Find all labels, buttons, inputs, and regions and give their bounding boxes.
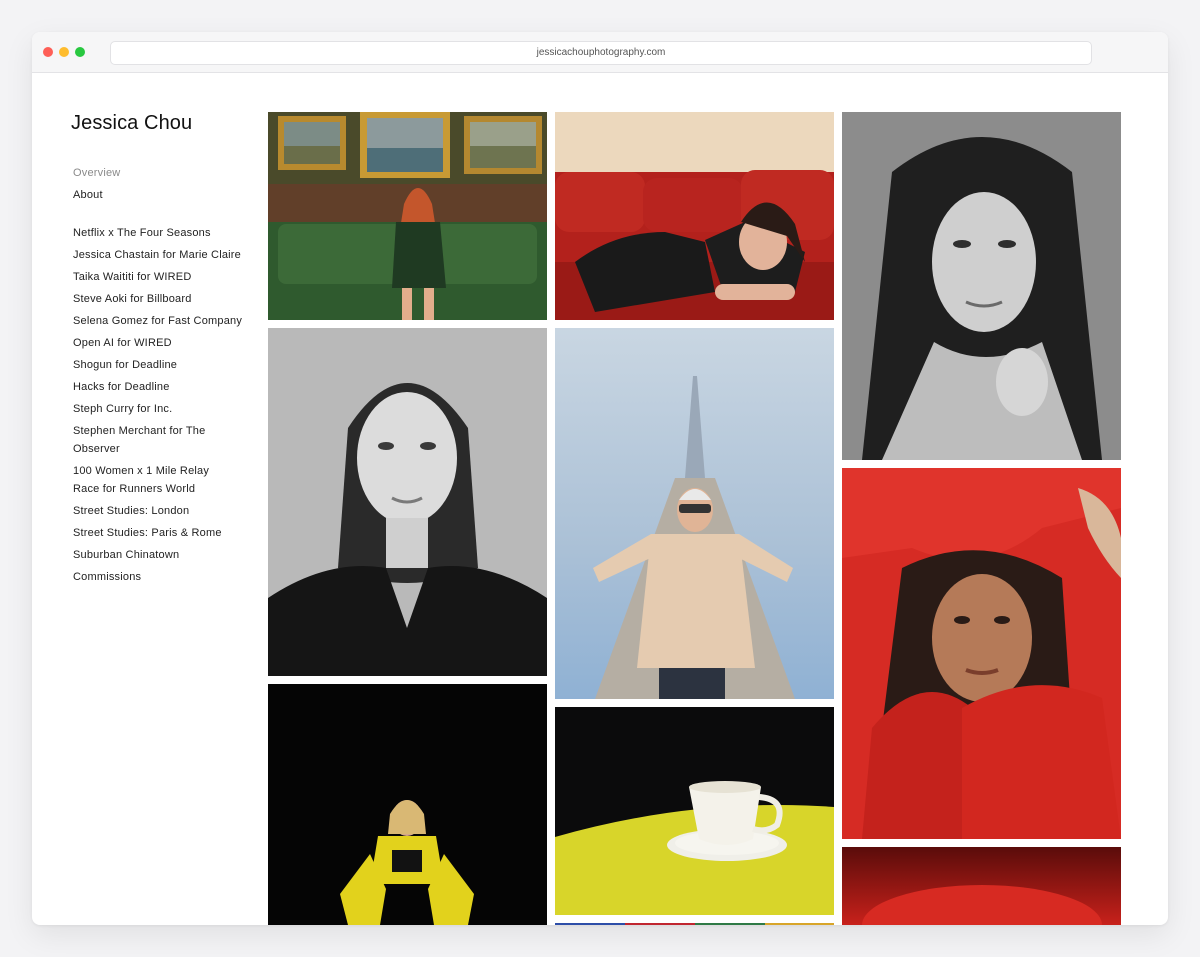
browser-window: jessicachouphotography.com Jessica Chou …	[32, 32, 1168, 925]
maximize-window-icon[interactable]	[75, 47, 85, 57]
nav-project-item[interactable]: Hacks for Deadline	[73, 378, 263, 396]
nav-project-item[interactable]: Commissions	[73, 568, 263, 586]
gallery-photo-strip-red[interactable]	[842, 847, 1121, 925]
gallery-photo-woman-red-sofa[interactable]	[555, 112, 834, 320]
nav-project-item[interactable]: Open AI for WIRED	[73, 334, 263, 352]
nav-project-item[interactable]: Shogun for Deadline	[73, 356, 263, 374]
nav-project-item[interactable]: Taika Waititi for WIRED	[73, 268, 263, 286]
nav-project-item[interactable]: Netflix x The Four Seasons	[73, 224, 263, 242]
minimize-window-icon[interactable]	[59, 47, 69, 57]
nav-project-item[interactable]: 100 Women x 1 Mile Relay Race for Runner…	[73, 462, 238, 498]
close-window-icon[interactable]	[43, 47, 53, 57]
nav-project-item[interactable]: Street Studies: London	[73, 502, 263, 520]
nav-item-overview[interactable]: Overview	[73, 164, 263, 182]
gallery-photo-strip-colorful[interactable]	[555, 923, 834, 925]
gallery-photo-teacup-yellow-table[interactable]	[555, 707, 834, 915]
nav-project-item[interactable]: Suburban Chinatown	[73, 546, 263, 564]
nav-project-item[interactable]: Steph Curry for Inc.	[73, 400, 263, 418]
address-bar[interactable]: jessicachouphotography.com	[110, 41, 1092, 65]
gallery-photo-bw-woman-long-hair[interactable]	[842, 112, 1121, 460]
nav-item-about[interactable]: About	[73, 186, 263, 204]
browser-titlebar: jessicachouphotography.com	[32, 32, 1168, 73]
nav-project-item[interactable]: Stephen Merchant for The Observer	[73, 422, 223, 458]
nav-project-item[interactable]: Selena Gomez for Fast Company	[73, 312, 263, 330]
gallery-photo-bw-woman-bob[interactable]	[268, 328, 547, 676]
sidebar-nav: Overview About Netflix x The Four Season…	[73, 164, 263, 590]
nav-project-item[interactable]: Steve Aoki for Billboard	[73, 290, 263, 308]
gallery-photo-paintings-green-sofa[interactable]	[268, 112, 547, 320]
gallery-photo-woman-red-fabric[interactable]	[842, 468, 1121, 839]
gallery-photo-yellow-suit-black-bg[interactable]	[268, 684, 547, 925]
sidebar: Jessica Chou Overview About Netflix x Th…	[71, 112, 261, 583]
gallery-photo-man-sky-spire[interactable]	[555, 328, 834, 699]
site-title[interactable]: Jessica Chou	[71, 112, 261, 135]
nav-project-item[interactable]: Street Studies: Paris & Rome	[73, 524, 263, 542]
nav-project-item[interactable]: Jessica Chastain for Marie Claire	[73, 246, 263, 264]
